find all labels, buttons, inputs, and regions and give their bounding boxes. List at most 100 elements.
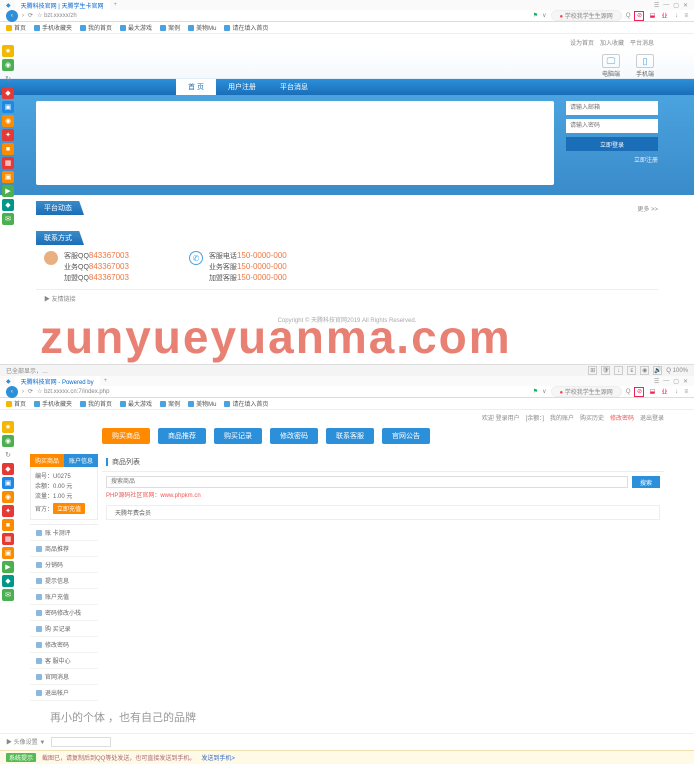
search-go-icon[interactable]: Q xyxy=(626,13,631,19)
dock-4-icon[interactable]: ✦ xyxy=(2,129,14,141)
menu-item-4[interactable]: 账户充值 xyxy=(30,589,98,605)
status-ic-5[interactable]: ◉ xyxy=(640,366,649,375)
dock-b7-icon[interactable]: ▣ xyxy=(2,547,14,559)
bookmark-help-2[interactable]: 请在填入首页 xyxy=(224,399,268,408)
tab-service[interactable]: 联系客服 xyxy=(326,428,374,444)
search-button[interactable]: 搜索 xyxy=(632,476,660,488)
url-input[interactable]: ☆ bzt.xxxxx/zh xyxy=(37,12,77,19)
minimize-icon-2[interactable]: — xyxy=(663,378,669,385)
forward-icon-2[interactable]: › xyxy=(22,389,24,395)
ext-more-icon[interactable]: ≡ xyxy=(684,13,688,19)
side-tab-buy[interactable]: 购买商品 xyxy=(30,454,64,467)
menu-icon[interactable]: ☰ xyxy=(654,2,659,9)
dock-7-icon[interactable]: ▣ xyxy=(2,171,14,183)
menu-icon-2[interactable]: ☰ xyxy=(654,378,659,385)
maximize-icon-2[interactable]: ▢ xyxy=(673,378,679,385)
dock-b8-icon[interactable]: ▶ xyxy=(2,561,14,573)
flag-icon-2[interactable]: ⚑ xyxy=(533,388,538,395)
buy-link[interactable]: 购买历史 xyxy=(580,413,604,422)
ext-2-icon[interactable]: ⬓ xyxy=(648,12,656,20)
ext-block-icon-2[interactable]: ⊘ xyxy=(634,387,644,397)
bookmark-links[interactable]: 案例 xyxy=(160,23,180,32)
status-ic-2[interactable]: 🛡 xyxy=(601,366,610,375)
avatar-setting[interactable]: ▶ 头像设置 ▼ xyxy=(6,737,45,747)
tab-announce[interactable]: 官网公告 xyxy=(382,428,430,444)
dock-8-icon[interactable]: ▶ xyxy=(2,185,14,197)
menu-item-8[interactable]: 客 服中心 xyxy=(30,653,98,669)
bookmark-help[interactable]: 请在填入首页 xyxy=(224,23,268,32)
minimize-icon[interactable]: — xyxy=(663,2,669,9)
bottom-input[interactable] xyxy=(51,737,111,747)
dock-wechat-icon-2[interactable]: ◉ xyxy=(2,435,14,447)
hero-carousel[interactable] xyxy=(36,101,554,185)
menu-item-2[interactable]: 分销码 xyxy=(30,557,98,573)
menu-item-7[interactable]: 修改密码 xyxy=(30,637,98,653)
search-go-icon-2[interactable]: Q xyxy=(626,389,631,395)
menu-item-9[interactable]: 官网消息 xyxy=(30,669,98,685)
url-input-2[interactable]: ☆ bzt.xxxxx.cn:7/index.php xyxy=(37,388,109,395)
dock-3-icon[interactable]: ◉ xyxy=(2,115,14,127)
dock-9-icon[interactable]: ◆ xyxy=(2,199,14,211)
menu-item-1[interactable]: 商品推荐 xyxy=(30,541,98,557)
friend-links[interactable]: ▶ 友情链接 xyxy=(36,290,658,307)
maximize-icon[interactable]: ▢ xyxy=(673,2,679,9)
dock-b5-icon[interactable]: ■ xyxy=(2,519,14,531)
status-ic-4[interactable]: ᴇ xyxy=(627,366,636,375)
dock-b2-icon[interactable]: ▣ xyxy=(2,477,14,489)
menu-item-3[interactable]: 提示信息 xyxy=(30,573,98,589)
dock-history-icon[interactable]: ↻ xyxy=(2,73,14,85)
bookmark-links-2[interactable]: 案例 xyxy=(160,399,180,408)
reload-icon-2[interactable]: ⟳ xyxy=(28,388,33,395)
tab-pwd[interactable]: 修改密码 xyxy=(270,428,318,444)
nav-user[interactable]: 用户注册 xyxy=(216,79,268,95)
dock-star-icon-2[interactable]: ★ xyxy=(2,421,14,433)
reload-icon[interactable]: ⟳ xyxy=(28,12,33,19)
dock-b3-icon[interactable]: ◉ xyxy=(2,491,14,503)
ext-block-icon[interactable]: ⊘ xyxy=(634,11,644,21)
dock-wechat-icon[interactable]: ◉ xyxy=(2,59,14,71)
alert-link[interactable]: 发送到手机> xyxy=(201,753,235,762)
dock-star-icon[interactable]: ★ xyxy=(2,45,14,57)
dock-b1-icon[interactable]: ◆ xyxy=(2,463,14,475)
back-icon-2[interactable]: ‹ xyxy=(6,386,18,398)
login-button[interactable]: 立即登录 xyxy=(566,137,658,151)
bookmark-mysite-2[interactable]: 我的首页 xyxy=(80,399,112,408)
ext-download-icon-2[interactable]: ↓ xyxy=(672,388,680,396)
dock-1-icon[interactable]: ◆ xyxy=(2,87,14,99)
tab-recommend[interactable]: 商品推荐 xyxy=(158,428,206,444)
myacct-link[interactable]: 我的账户 xyxy=(550,413,574,422)
bookmark-fav-2[interactable]: 手机收藏夹 xyxy=(34,399,72,408)
dock-5-icon[interactable]: ■ xyxy=(2,143,14,155)
login-password-input[interactable] xyxy=(566,119,658,133)
ext-more-icon-2[interactable]: ≡ xyxy=(684,389,688,395)
menu-item-0[interactable]: 账 卡测评 xyxy=(30,525,98,541)
menu-item-6[interactable]: 购 买记录 xyxy=(30,621,98,637)
browser-search-2[interactable]: ● 学校我学生生源网 xyxy=(551,386,622,397)
bookmark-meiwu[interactable]: 美物Mu xyxy=(188,23,216,32)
menu-item-10[interactable]: 退出帐户 xyxy=(30,685,98,701)
bookmark-games-2[interactable]: 最大游戏 xyxy=(120,399,152,408)
dock-2-icon[interactable]: ▣ xyxy=(2,101,14,113)
bookmark-fav[interactable]: 手机收藏夹 xyxy=(34,23,72,32)
side-tab-info[interactable]: 账户信息 xyxy=(64,454,98,467)
menu-item-5[interactable]: 密码修改小栈 xyxy=(30,605,98,621)
tab-buy[interactable]: 购买商品 xyxy=(102,428,150,444)
news-more-link[interactable]: 更多 >> xyxy=(637,204,658,213)
dock-b4-icon[interactable]: ✦ xyxy=(2,505,14,517)
bookmark-home-2[interactable]: 首页 xyxy=(6,399,26,408)
add-fav-link[interactable]: 加入收藏 xyxy=(600,38,624,47)
status-ic-3[interactable]: ↓ xyxy=(614,366,623,375)
logout-link[interactable]: 退出登录 xyxy=(640,413,664,422)
pwd-link[interactable]: 修改密码 xyxy=(610,413,634,422)
status-ic-6[interactable]: 🔊 xyxy=(653,366,662,375)
product-row-1[interactable]: 天腾年费会员 xyxy=(106,505,660,520)
login-account-input[interactable] xyxy=(566,101,658,115)
close-icon[interactable]: ✕ xyxy=(683,2,688,9)
ext-download-icon[interactable]: ↓ xyxy=(672,12,680,20)
register-link[interactable]: 立即注册 xyxy=(566,155,658,164)
dock-b9-icon[interactable]: ◆ xyxy=(2,575,14,587)
status-ic-1[interactable]: ⊞ xyxy=(588,366,597,375)
close-icon-2[interactable]: ✕ xyxy=(683,378,688,385)
back-icon[interactable]: ‹ xyxy=(6,10,18,22)
product-search-input[interactable] xyxy=(106,476,628,488)
